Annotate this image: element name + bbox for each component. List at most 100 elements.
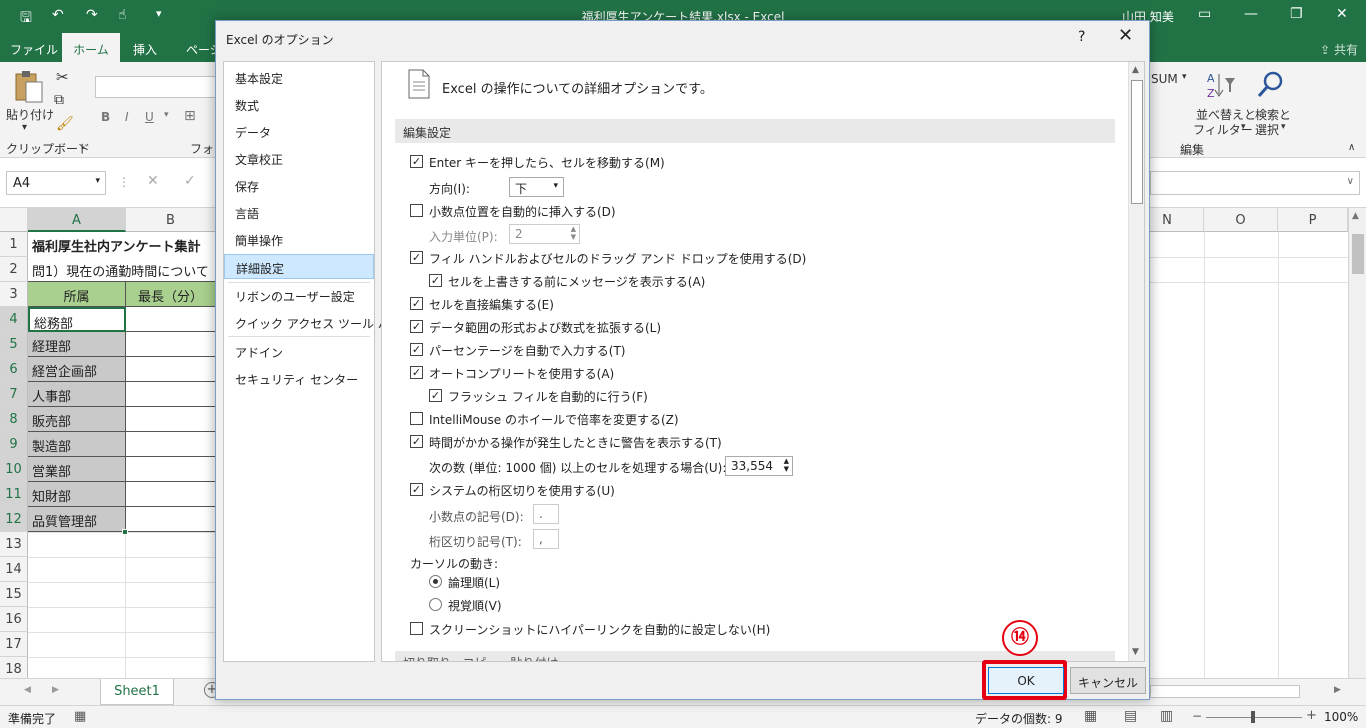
- next-sheet-icon[interactable]: ▶: [52, 685, 59, 695]
- checkbox-extend-formats[interactable]: ✓: [410, 320, 423, 333]
- checkbox-slow-alert[interactable]: ✓: [410, 435, 423, 448]
- clipboard-launcher-icon[interactable]: ↘: [78, 142, 86, 152]
- label-visual[interactable]: 視覚順(V): [448, 597, 502, 614]
- label-logical[interactable]: 論理順(L): [448, 574, 500, 591]
- autosum-dropdown-icon[interactable]: ▾: [1182, 72, 1187, 82]
- help-button[interactable]: ?: [1078, 29, 1085, 45]
- spinner-icon[interactable]: ▲ ▼: [571, 225, 576, 241]
- direction-dropdown-icon[interactable]: ▾: [553, 181, 558, 191]
- scroll-thumb[interactable]: [1131, 80, 1143, 204]
- checkbox-no-hyperlink[interactable]: [410, 622, 423, 635]
- row-header[interactable]: 10: [0, 457, 28, 482]
- nav-item-addins[interactable]: アドイン: [224, 339, 374, 364]
- cell-a10[interactable]: 営業部: [28, 457, 126, 482]
- minimize-icon[interactable]: —: [1244, 6, 1258, 22]
- font-name-box[interactable]: [95, 76, 220, 98]
- select-all-corner[interactable]: [0, 208, 28, 232]
- zoom-slider-thumb[interactable]: [1251, 711, 1255, 723]
- cell-a9[interactable]: 製造部: [28, 432, 126, 457]
- expand-formula-icon[interactable]: ∨: [1347, 176, 1354, 187]
- column-header-o[interactable]: O: [1204, 208, 1278, 232]
- label-flash-fill[interactable]: フラッシュ フィルを自動的に行う(F): [448, 388, 648, 405]
- cell-a7[interactable]: 人事部: [28, 382, 126, 407]
- name-box[interactable]: A4 ▾: [6, 171, 106, 195]
- row-header[interactable]: 9: [0, 432, 28, 457]
- nav-item-data[interactable]: データ: [224, 119, 374, 144]
- nav-item-accessibility[interactable]: 簡単操作: [224, 227, 374, 252]
- row-header[interactable]: 11: [0, 482, 28, 507]
- label-direct-edit[interactable]: セルを直接編集する(E): [429, 296, 554, 313]
- cell-b11[interactable]: [126, 482, 216, 507]
- cell-b10[interactable]: [126, 457, 216, 482]
- label-auto-percent[interactable]: パーセンテージを自動で入力する(T): [429, 342, 625, 359]
- row-header[interactable]: 7: [0, 382, 28, 407]
- close-icon[interactable]: ✕: [1118, 25, 1133, 46]
- row-header[interactable]: 6: [0, 357, 28, 382]
- find-select-icon[interactable]: [1256, 70, 1286, 100]
- border-icon[interactable]: ⊞: [184, 108, 196, 124]
- row-header[interactable]: 14: [0, 557, 28, 582]
- checkbox-enter-move[interactable]: ✓: [410, 155, 423, 168]
- nav-item-quick-access[interactable]: クイック アクセス ツール バー: [224, 310, 402, 335]
- cell-a1[interactable]: 福利厚生社内アンケート集計: [28, 232, 216, 257]
- cell-a5[interactable]: 経理部: [28, 332, 126, 357]
- row-header[interactable]: 12: [0, 507, 28, 532]
- zoom-in-icon[interactable]: +: [1306, 708, 1317, 723]
- tab-file[interactable]: ファイル: [10, 41, 58, 58]
- label-system-separators[interactable]: システムの桁区切りを使用する(U): [429, 482, 615, 499]
- cell-a11[interactable]: 知財部: [28, 482, 126, 507]
- close-window-icon[interactable]: ✕: [1336, 6, 1348, 22]
- macro-record-icon[interactable]: ▦: [74, 709, 86, 724]
- checkbox-auto-decimal[interactable]: [410, 204, 423, 217]
- label-enter-move[interactable]: Enter キーを押したら、セルを移動する(M): [429, 154, 665, 171]
- row-header[interactable]: 16: [0, 607, 28, 632]
- cell-b5[interactable]: [126, 332, 216, 357]
- row-header[interactable]: 1: [0, 232, 28, 257]
- cell-a8[interactable]: 販売部: [28, 407, 126, 432]
- nav-item-save[interactable]: 保存: [224, 173, 374, 198]
- row-header[interactable]: 2: [0, 257, 28, 282]
- cell-b7[interactable]: [126, 382, 216, 407]
- tab-insert[interactable]: 挿入: [133, 41, 157, 58]
- cell-b12[interactable]: [126, 507, 216, 532]
- cell-b6[interactable]: [126, 357, 216, 382]
- scroll-right-icon[interactable]: ▶: [1334, 685, 1341, 695]
- radio-logical[interactable]: [429, 575, 442, 588]
- restore-icon[interactable]: ❐: [1290, 6, 1303, 22]
- row-header[interactable]: 13: [0, 532, 28, 557]
- row-header[interactable]: 5: [0, 332, 28, 357]
- vertical-scrollbar[interactable]: ▲: [1348, 208, 1366, 678]
- enter-formula-icon[interactable]: ✓: [184, 173, 196, 189]
- underline-dropdown-icon[interactable]: ▾: [164, 110, 169, 120]
- content-scrollbar[interactable]: ▲ ▼: [1128, 62, 1144, 661]
- direction-select[interactable]: 下 ▾: [509, 177, 564, 197]
- scroll-down-icon[interactable]: ▼: [1132, 647, 1139, 657]
- sort-filter-icon[interactable]: AZ: [1205, 70, 1237, 100]
- find-select-dropdown-icon[interactable]: ▾: [1281, 122, 1286, 132]
- ok-button[interactable]: OK: [988, 667, 1064, 694]
- cell-a3[interactable]: 所属: [28, 282, 126, 307]
- checkbox-fill-handle[interactable]: ✓: [410, 251, 423, 264]
- bold-button[interactable]: B: [101, 110, 110, 124]
- zoom-out-icon[interactable]: −: [1192, 709, 1202, 723]
- label-intellimouse[interactable]: IntelliMouse のホイールで倍率を変更する(Z): [429, 411, 679, 428]
- format-painter-icon[interactable]: 🖌: [56, 116, 74, 132]
- checkbox-system-separators[interactable]: ✓: [410, 483, 423, 496]
- label-slow-alert[interactable]: 時間がかかる操作が発生したときに警告を表示する(T): [429, 434, 722, 451]
- ribbon-display-icon[interactable]: ▭: [1198, 6, 1211, 22]
- checkbox-direct-edit[interactable]: ✓: [410, 297, 423, 310]
- radio-visual[interactable]: [429, 598, 442, 611]
- page-break-icon[interactable]: ▥: [1160, 708, 1173, 724]
- checkbox-intellimouse[interactable]: [410, 412, 423, 425]
- nav-item-proofing[interactable]: 文章校正: [224, 146, 374, 171]
- name-box-dropdown-icon[interactable]: ▾: [95, 176, 100, 186]
- underline-button[interactable]: U: [145, 110, 154, 124]
- horizontal-scrollbar[interactable]: [1150, 685, 1300, 698]
- nav-item-customize-ribbon[interactable]: リボンのユーザー設定: [224, 283, 374, 308]
- cell-a2[interactable]: 問1）現在の通勤時間について: [28, 257, 216, 282]
- nav-item-language[interactable]: 言語: [224, 200, 374, 225]
- collapse-ribbon-icon[interactable]: ∧: [1348, 142, 1355, 153]
- thousands-symbol-input[interactable]: ,: [533, 529, 559, 549]
- row-header[interactable]: 15: [0, 582, 28, 607]
- checkbox-autocomplete[interactable]: ✓: [410, 366, 423, 379]
